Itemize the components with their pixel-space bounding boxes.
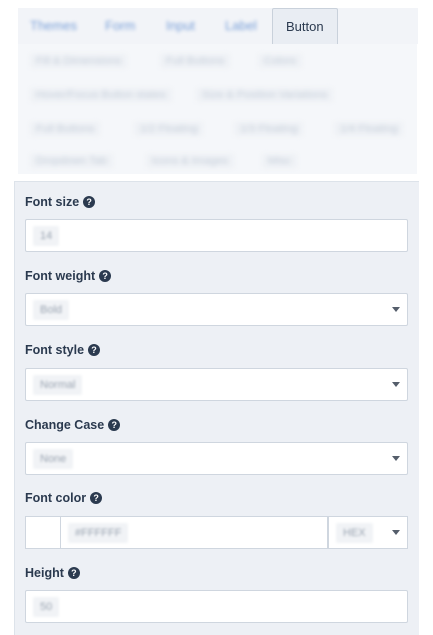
change-case-label-text: Change Case xyxy=(25,418,105,432)
font-weight-label-text: Font weight xyxy=(25,269,96,283)
subnav-item[interactable]: 1/2 Floating xyxy=(134,122,204,136)
change-case-label: Change Case ? xyxy=(25,418,121,432)
subnav-item[interactable]: 1/3 Floating xyxy=(234,122,304,136)
help-icon[interactable]: ? xyxy=(99,270,112,282)
subnav-item[interactable]: Icons & Images xyxy=(146,154,234,168)
subnav-item[interactable]: Size & Position Variations xyxy=(196,88,334,102)
height-value: 50 xyxy=(33,597,60,617)
color-mode-value: HEX xyxy=(336,523,373,543)
font-style-label-text: Font style xyxy=(25,343,85,357)
chevron-down-icon xyxy=(392,382,400,387)
subnav-item[interactable]: Misc xyxy=(262,154,297,168)
tab-form[interactable]: Form xyxy=(105,8,135,44)
subnav-item[interactable]: Fill & Dimensions xyxy=(30,54,127,68)
change-case-select[interactable]: None xyxy=(25,442,408,475)
subnav-item[interactable]: Hover/Focus Button states xyxy=(30,88,172,102)
font-size-label: Font size ? xyxy=(25,195,96,209)
height-label: Height ? xyxy=(25,566,80,580)
font-size-value: 14 xyxy=(33,226,60,246)
font-color-label: Font color ? xyxy=(25,491,103,505)
color-swatch[interactable] xyxy=(25,516,60,549)
height-label-text: Height xyxy=(25,566,64,580)
subnav-item[interactable]: Colors xyxy=(258,54,302,68)
font-color-input[interactable]: #FFFFFF xyxy=(60,516,328,549)
tab-themes[interactable]: Themes xyxy=(30,8,77,44)
help-icon[interactable]: ? xyxy=(90,492,103,504)
chevron-down-icon xyxy=(392,456,400,461)
font-weight-select[interactable]: Bold xyxy=(25,293,408,326)
tab-bar: Themes Form Input Label Button xyxy=(18,8,418,44)
subnav-item[interactable]: Full Buttons xyxy=(160,54,231,68)
help-icon[interactable]: ? xyxy=(108,419,121,431)
tab-label[interactable]: Label xyxy=(225,8,257,44)
help-icon[interactable]: ? xyxy=(67,567,80,579)
font-size-input[interactable]: 14 xyxy=(25,219,408,252)
subnav-item[interactable]: Full Buttons xyxy=(30,122,101,136)
color-mode-select[interactable]: HEX xyxy=(328,516,408,549)
font-style-value: Normal xyxy=(33,375,83,395)
font-color-label-text: Font color xyxy=(25,491,87,505)
font-size-label-text: Font size xyxy=(25,195,80,209)
font-style-select[interactable]: Normal xyxy=(25,368,408,401)
subsection-nav: Fill & Dimensions Full Buttons Colors Ho… xyxy=(18,44,417,174)
help-icon[interactable]: ? xyxy=(88,344,101,356)
subnav-item[interactable]: Dropdown Tab xyxy=(30,154,113,168)
help-icon[interactable]: ? xyxy=(83,196,96,208)
tab-input[interactable]: Input xyxy=(166,8,195,44)
font-color-value: #FFFFFF xyxy=(68,523,129,543)
chevron-down-icon xyxy=(392,530,400,535)
tab-button[interactable]: Button xyxy=(272,8,338,44)
subnav-item[interactable]: 1/4 Floating xyxy=(334,122,404,136)
font-style-label: Font style ? xyxy=(25,343,101,357)
chevron-down-icon xyxy=(392,307,400,312)
height-input[interactable]: 50 xyxy=(25,590,408,623)
change-case-value: None xyxy=(33,449,74,469)
font-weight-value: Bold xyxy=(33,300,70,320)
font-weight-label: Font weight ? xyxy=(25,269,112,283)
